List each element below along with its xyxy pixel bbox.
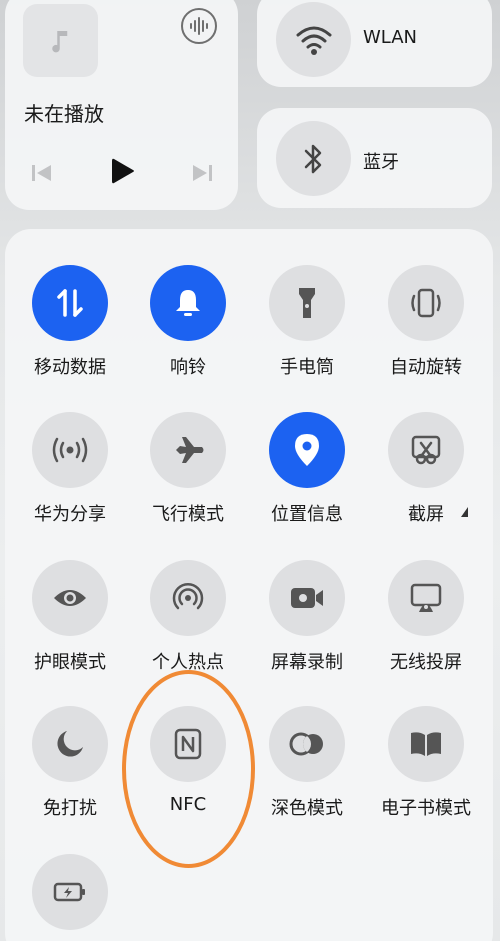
- ebook-icon: [388, 706, 464, 782]
- tile-battery-saver[interactable]: [10, 854, 130, 941]
- hotspot-icon: [150, 560, 226, 636]
- tile-label: NFC: [169, 794, 207, 815]
- airplane-icon: [150, 412, 226, 488]
- wireless-projection-icon: [388, 560, 464, 636]
- tile-dark-mode[interactable]: 深色模式: [247, 706, 367, 826]
- tile-label: 移动数据: [34, 357, 106, 378]
- tile-label: 截屏: [408, 504, 444, 525]
- tile-label: 深色模式: [271, 798, 343, 819]
- screenshot-icon: [388, 412, 464, 488]
- tile-screen-record[interactable]: 屏幕录制: [247, 560, 367, 680]
- tile-airplane-mode[interactable]: 飞行模式: [128, 412, 248, 532]
- media-status-title: 未在播放: [24, 102, 104, 126]
- tile-ring[interactable]: 响铃: [128, 265, 248, 385]
- screen-record-icon: [269, 560, 345, 636]
- bluetooth-label: 蓝牙: [363, 152, 399, 173]
- auto-rotate-icon: [388, 265, 464, 341]
- tile-mobile-data[interactable]: 移动数据: [10, 265, 130, 385]
- tile-label: 手电筒: [280, 357, 334, 378]
- tile-auto-rotate[interactable]: 自动旋转: [366, 265, 486, 385]
- tile-label: 个人热点: [152, 652, 224, 673]
- tile-screenshot[interactable]: 截屏: [366, 412, 486, 532]
- bluetooth-icon[interactable]: [276, 121, 351, 196]
- skip-previous-icon[interactable]: [27, 158, 57, 188]
- tile-label: 自动旋转: [390, 357, 462, 378]
- tile-wireless-projection[interactable]: 无线投屏: [366, 560, 486, 680]
- battery-saver-icon: [32, 854, 108, 930]
- tile-flashlight[interactable]: 手电筒: [247, 265, 367, 385]
- tile-label: 响铃: [170, 357, 206, 378]
- tile-huawei-share[interactable]: 华为分享: [10, 412, 130, 532]
- location-icon: [269, 412, 345, 488]
- moon-icon: [32, 706, 108, 782]
- flashlight-icon: [269, 265, 345, 341]
- tile-label: 无线投屏: [390, 652, 462, 673]
- tile-label: 飞行模式: [152, 504, 224, 525]
- tile-eye-comfort[interactable]: 护眼模式: [10, 560, 130, 680]
- tile-ebook-mode[interactable]: 电子书模式: [366, 706, 486, 826]
- wlan-label: WLAN: [363, 27, 418, 48]
- music-note-icon: [23, 4, 98, 77]
- play-icon[interactable]: [105, 156, 139, 186]
- tile-hotspot[interactable]: 个人热点: [128, 560, 248, 680]
- tile-label: 电子书模式: [381, 798, 471, 819]
- expand-arrow-icon[interactable]: [461, 507, 468, 517]
- tile-label: 屏幕录制: [271, 652, 343, 673]
- dark-mode-icon: [269, 706, 345, 782]
- tile-do-not-disturb[interactable]: 免打扰: [10, 706, 130, 826]
- mobile-data-icon: [32, 265, 108, 341]
- eye-icon: [32, 560, 108, 636]
- wifi-icon[interactable]: [276, 2, 351, 77]
- nfc-icon: [150, 706, 226, 782]
- bell-icon: [150, 265, 226, 341]
- tile-label: 护眼模式: [34, 652, 106, 673]
- tile-nfc[interactable]: NFC: [128, 706, 248, 826]
- media-card[interactable]: 未在播放: [5, 0, 238, 210]
- tile-label: 华为分享: [34, 504, 106, 525]
- skip-next-icon[interactable]: [187, 158, 217, 188]
- huawei-share-icon: [32, 412, 108, 488]
- tile-location[interactable]: 位置信息: [247, 412, 367, 532]
- sound-wave-icon[interactable]: [181, 8, 217, 44]
- tile-label: 位置信息: [271, 504, 343, 525]
- tile-label: 免打扰: [43, 798, 97, 819]
